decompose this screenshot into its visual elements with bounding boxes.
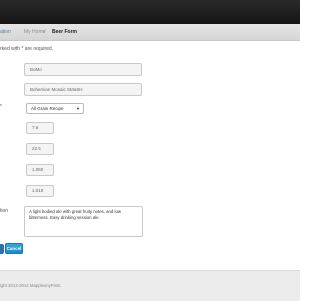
- required-note: rked with * are required.: [0, 46, 54, 52]
- value-field-3[interactable]: 1.050: [26, 164, 54, 176]
- beer-name-field[interactable]: Bohemian Mosaic SMaSH: [24, 83, 142, 96]
- breadcrumb-current: Beer Form: [52, 29, 78, 35]
- recipe-type-select[interactable]: All Grain Recipe ▼: [26, 103, 84, 114]
- cancel-button[interactable]: Cancel: [5, 243, 23, 254]
- top-navbar: [0, 0, 300, 24]
- recipe-type-selected: All Grain Recipe: [31, 106, 64, 111]
- description-label: tion: [0, 208, 9, 214]
- breadcrumb: ation My Home / Beer Form: [0, 24, 300, 41]
- value-field-1[interactable]: 7.6: [26, 122, 54, 134]
- breadcrumb-separator: /: [44, 29, 46, 35]
- description-textarea[interactable]: A light bodied ale with great fruity not…: [24, 206, 143, 237]
- type-label: *: [0, 104, 2, 110]
- chevron-down-icon: ▼: [76, 106, 80, 111]
- submit-button[interactable]: [0, 244, 4, 254]
- footer-copyright: ight 2013-2014 MappleonyPints: [0, 283, 61, 288]
- breadcrumb-home-link[interactable]: My Home: [24, 24, 45, 40]
- abbreviation-field[interactable]: BoMo: [24, 63, 142, 76]
- footer: ight 2013-2014 MappleonyPints: [0, 270, 300, 301]
- value-field-2[interactable]: 22.5: [26, 143, 54, 155]
- breadcrumb-start[interactable]: ation: [0, 24, 11, 40]
- value-field-4[interactable]: 1.010: [26, 185, 54, 197]
